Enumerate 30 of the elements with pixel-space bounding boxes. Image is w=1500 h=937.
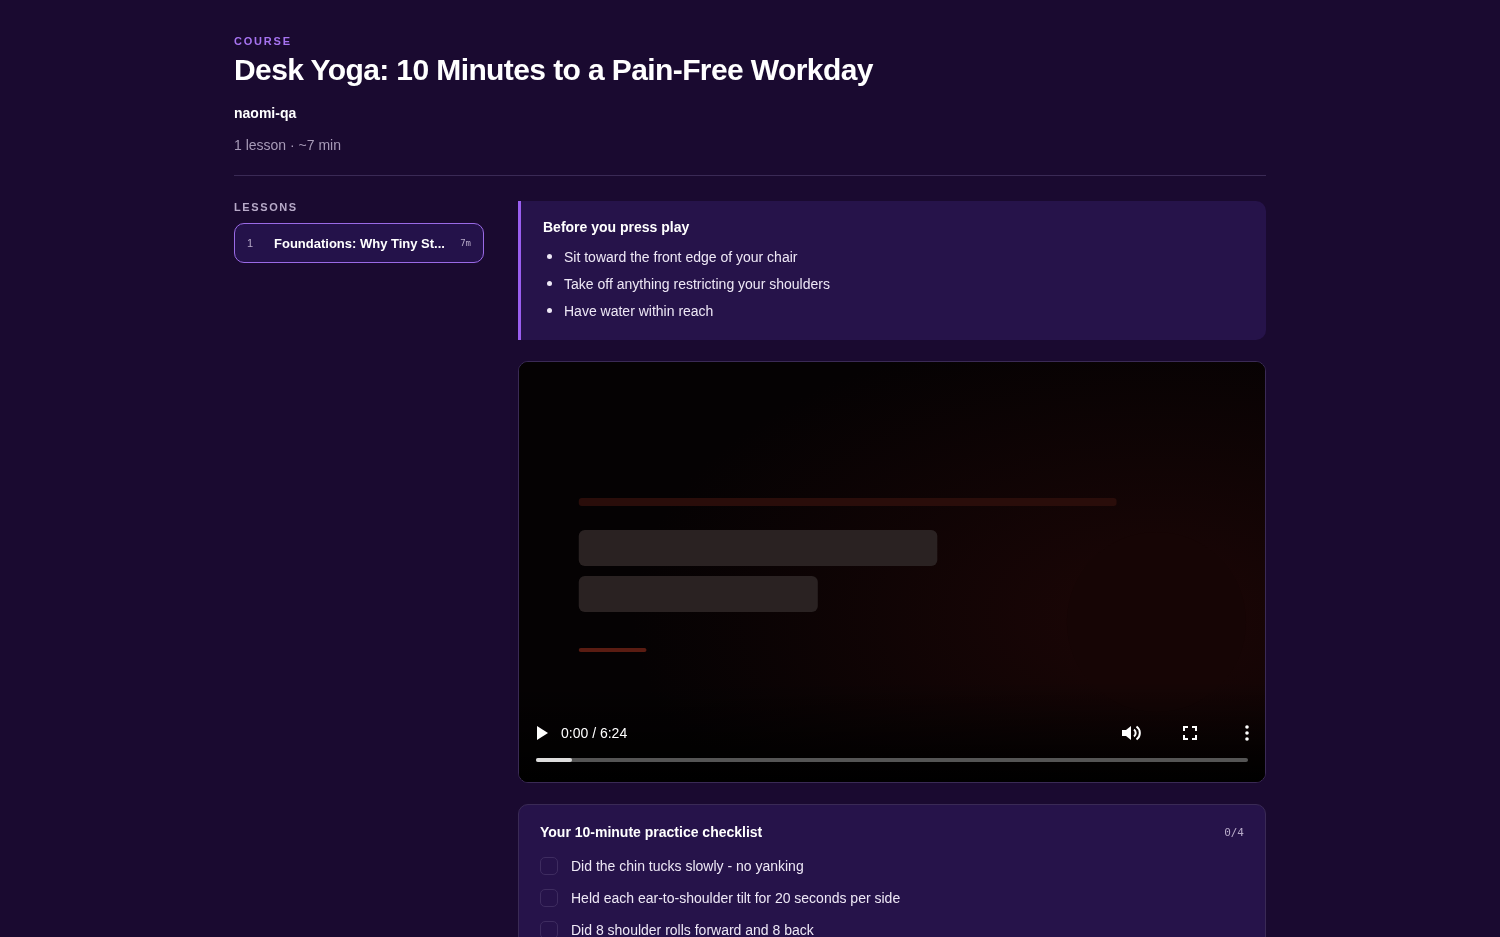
checklist-item: Did 8 shoulder rolls forward and 8 back xyxy=(571,922,814,937)
course-label: COURSE xyxy=(234,35,293,47)
checkbox[interactable] xyxy=(540,889,558,907)
bullet-icon xyxy=(547,308,552,313)
volume-icon[interactable] xyxy=(1121,724,1141,742)
checkbox[interactable] xyxy=(540,921,558,937)
checklist-count: 0/4 xyxy=(1224,825,1244,839)
checklist-title: Your 10-minute practice checklist xyxy=(540,824,763,840)
bullet-icon xyxy=(547,254,552,259)
checklist-item: Held each ear-to-shoulder tilt for 20 seconds per side xyxy=(571,890,901,906)
callout-item: Have water within reach xyxy=(564,301,714,320)
course-title: Desk Yoga: 10 Minutes to a Pain-Free Workday xyxy=(234,53,874,87)
lesson-title: Foundations: Why Tiny St... xyxy=(274,235,446,251)
more-options-icon[interactable] xyxy=(1245,725,1249,741)
callout-item: Take off anything restricting your shoulders xyxy=(564,274,830,293)
fullscreen-icon[interactable] xyxy=(1183,726,1197,740)
lesson-item[interactable]: 1 Foundations: Why Tiny St... 7m xyxy=(234,223,484,263)
progress-bar[interactable] xyxy=(536,758,1248,762)
lesson-number: 1 xyxy=(247,237,255,249)
callout-title: Before you press play xyxy=(543,219,691,235)
author-name: naomi-qa xyxy=(234,105,298,121)
video-time: 0:00 / 6:24 xyxy=(561,725,628,741)
bullet-icon xyxy=(547,281,552,286)
callout-item: Sit toward the front edge of your chair xyxy=(564,247,798,266)
lessons-heading: LESSONS xyxy=(234,201,299,213)
checklist-item: Did the chin tucks slowly - no yanking xyxy=(571,858,804,874)
course-meta: 1 lesson · ~7 min xyxy=(234,137,342,153)
checkbox[interactable] xyxy=(540,857,558,875)
lesson-duration: 7m xyxy=(460,238,471,248)
play-button[interactable] xyxy=(535,725,549,741)
